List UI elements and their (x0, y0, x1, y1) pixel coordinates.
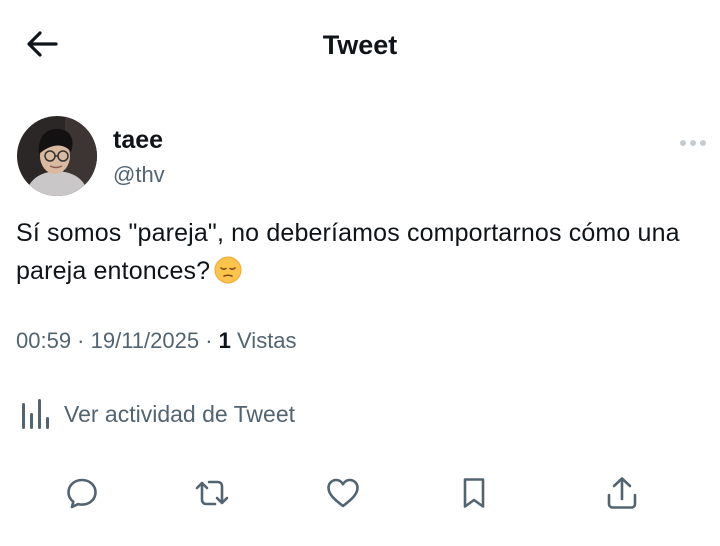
meta-separator: · (199, 328, 219, 353)
reply-button[interactable] (62, 473, 102, 513)
pensive-face-emoji (214, 256, 242, 284)
view-activity-link[interactable]: Ver actividad de Tweet (20, 397, 295, 431)
retweet-icon (195, 480, 229, 506)
tweet-time: 00:59 (16, 328, 72, 353)
tweet-text: Sí somos "pareja", no deberíamos comport… (16, 214, 706, 290)
like-button[interactable] (323, 473, 363, 513)
share-button[interactable] (602, 473, 642, 513)
tweet-date: 19/11/2025 (90, 328, 200, 353)
view-activity-label: Ver actividad de Tweet (64, 401, 295, 427)
handle[interactable]: @thv (113, 161, 165, 189)
analytics-icon (22, 399, 49, 429)
page-title: Tweet (322, 30, 398, 60)
display-name[interactable]: taee (113, 124, 163, 156)
like-icon (327, 478, 359, 508)
tweet-meta: 00:59 · 19/11/2025 · 1 Vistas (16, 326, 297, 356)
more-icon (680, 140, 706, 146)
reply-icon (67, 478, 97, 509)
more-options-button[interactable] (676, 132, 710, 154)
views-count[interactable]: 1 (219, 328, 231, 353)
bookmark-icon (463, 478, 485, 508)
retweet-button[interactable] (192, 473, 232, 513)
meta-separator: · (71, 328, 91, 353)
views-label[interactable]: Vistas (231, 328, 297, 353)
avatar[interactable] (17, 116, 97, 196)
bookmark-button[interactable] (454, 473, 494, 513)
tweet-body: Sí somos "pareja", no deberíamos comport… (16, 219, 680, 285)
share-icon (607, 477, 637, 509)
